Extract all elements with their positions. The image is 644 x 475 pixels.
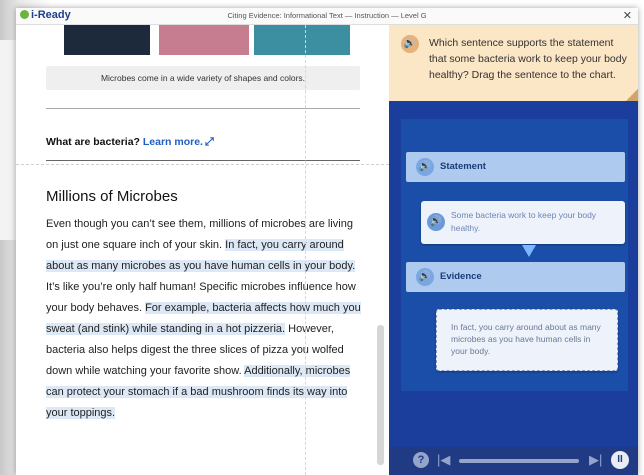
arrow-down-icon (522, 245, 536, 257)
question-text: What are bacteria? (46, 136, 140, 148)
question-prompt: 🔊 Which sentence supports the statement … (389, 25, 638, 101)
activity-pane: 🔊 Which sentence supports the statement … (389, 25, 638, 475)
speaker-icon[interactable]: 🔊 (416, 268, 434, 286)
divider (46, 108, 360, 109)
progress-track[interactable] (459, 459, 579, 463)
player-controls: ? |◀ ▶| II (389, 447, 638, 475)
microbe-image-1 (64, 25, 150, 55)
statement-text: Some bacteria work to keep your body hea… (451, 210, 597, 233)
speaker-icon[interactable]: 🔊 (416, 158, 434, 176)
statement-label: Statement (440, 161, 486, 172)
previous-icon[interactable]: |◀ (437, 452, 450, 468)
lesson-title: Citing Evidence: Informational Text — In… (227, 11, 427, 20)
next-icon[interactable]: ▶| (589, 452, 602, 468)
microbe-image-2 (159, 25, 249, 55)
pause-button[interactable]: II (611, 451, 629, 469)
evidence-label: Evidence (440, 271, 482, 282)
expand-icon[interactable]: ⤢ (205, 136, 214, 148)
page-corner (626, 89, 638, 101)
divider (46, 160, 360, 161)
microbe-image-3 (254, 25, 350, 55)
title-bar: i-Ready Citing Evidence: Informational T… (16, 8, 638, 25)
speaker-icon[interactable]: 🔊 (401, 35, 419, 53)
image-caption: Microbes come in a wide variety of shape… (46, 66, 360, 90)
evidence-drop-card[interactable]: In fact, you carry around about as many … (436, 309, 618, 371)
help-icon[interactable]: ? (413, 452, 429, 468)
guide-line (305, 25, 306, 475)
app-window: i-Ready Citing Evidence: Informational T… (16, 8, 638, 475)
bacteria-question: What are bacteria? Learn more. ⤢ (46, 136, 214, 149)
evidence-bar: 🔊 Evidence (406, 262, 625, 292)
section-heading: Millions of Microbes (46, 188, 178, 205)
microbe-images (64, 25, 350, 55)
article-paragraph[interactable]: Even though you can’t see them, millions… (46, 214, 361, 424)
learn-more-link[interactable]: Learn more. (143, 136, 203, 148)
prompt-text: Which sentence supports the statement th… (429, 37, 627, 81)
evidence-text: In fact, you carry around about as many … (451, 322, 601, 356)
statement-bar: 🔊 Statement (406, 152, 625, 182)
close-icon[interactable]: ✕ (623, 9, 632, 22)
speaker-icon[interactable]: 🔊 (427, 213, 445, 231)
guide-line (16, 164, 389, 165)
scrollbar[interactable] (377, 325, 384, 465)
reading-pane: Microbes come in a wide variety of shape… (16, 25, 389, 475)
statement-card: 🔊 Some bacteria work to keep your body h… (421, 201, 625, 244)
